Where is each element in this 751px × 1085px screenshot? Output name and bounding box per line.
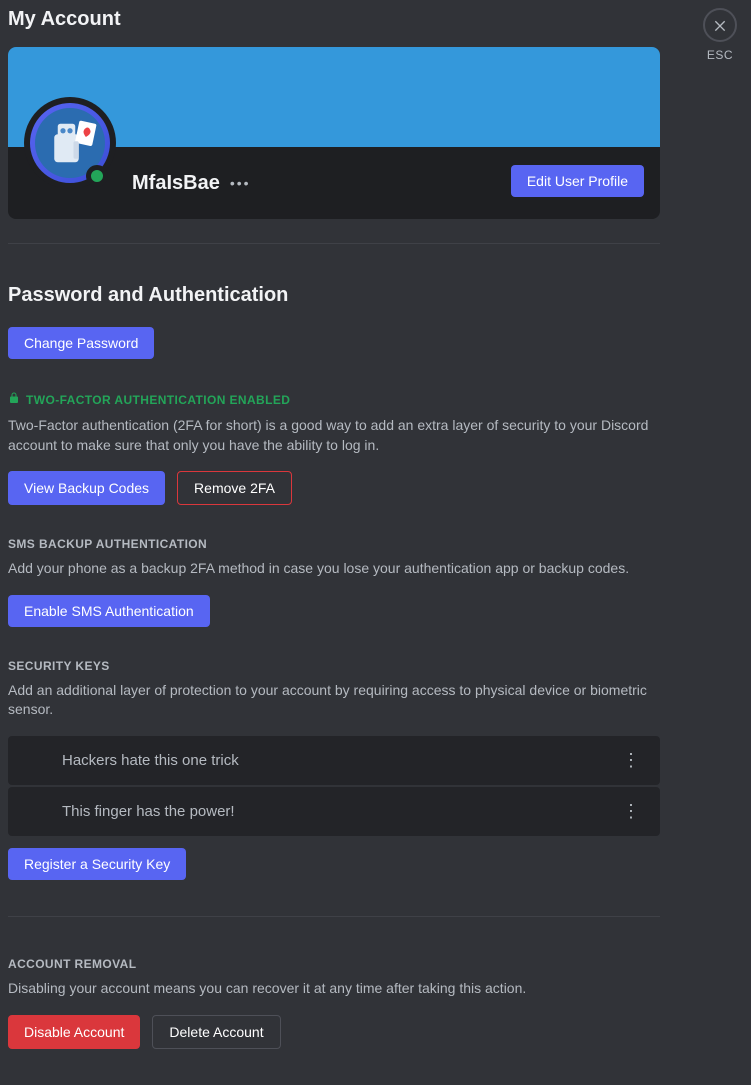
account-removal-heading: ACCOUNT REMOVAL bbox=[8, 957, 660, 971]
avatar[interactable] bbox=[24, 97, 116, 189]
twofa-heading-text: TWO-FACTOR AUTHENTICATION ENABLED bbox=[26, 393, 290, 407]
account-removal-description: Disabling your account means you can rec… bbox=[8, 979, 660, 999]
more-icon[interactable]: ••• bbox=[230, 175, 251, 191]
enable-sms-auth-button[interactable]: Enable SMS Authentication bbox=[8, 595, 210, 627]
close-icon bbox=[703, 8, 737, 42]
sms-description: Add your phone as a backup 2FA method in… bbox=[8, 559, 660, 579]
divider bbox=[8, 243, 660, 244]
remove-2fa-button[interactable]: Remove 2FA bbox=[177, 471, 292, 505]
view-backup-codes-button[interactable]: View Backup Codes bbox=[8, 471, 165, 505]
profile-card: MfaIsBae ••• Edit User Profile bbox=[8, 47, 660, 219]
close-button[interactable]: ESC bbox=[703, 8, 737, 62]
security-key-item: This finger has the power! ⋮ bbox=[8, 787, 660, 836]
security-key-name: Hackers hate this one trick bbox=[62, 752, 239, 769]
lock-icon bbox=[8, 391, 20, 408]
security-keys-heading: SECURITY KEYS bbox=[8, 659, 660, 673]
status-online-icon bbox=[86, 165, 108, 187]
security-key-name: This finger has the power! bbox=[62, 803, 235, 820]
twofa-description: Two-Factor authentication (2FA for short… bbox=[8, 416, 660, 455]
sms-heading: SMS BACKUP AUTHENTICATION bbox=[8, 537, 660, 551]
security-key-item: Hackers hate this one trick ⋮ bbox=[8, 736, 660, 785]
kebab-menu-icon[interactable]: ⋮ bbox=[618, 801, 644, 822]
change-password-button[interactable]: Change Password bbox=[8, 327, 154, 359]
security-keys-description: Add an additional layer of protection to… bbox=[8, 681, 660, 720]
close-label: ESC bbox=[707, 48, 733, 62]
username: MfaIsBae bbox=[132, 172, 220, 195]
kebab-menu-icon[interactable]: ⋮ bbox=[618, 750, 644, 771]
divider bbox=[8, 916, 660, 917]
security-keys-list: Hackers hate this one trick ⋮ This finge… bbox=[8, 736, 660, 836]
register-security-key-button[interactable]: Register a Security Key bbox=[8, 848, 186, 880]
disable-account-button[interactable]: Disable Account bbox=[8, 1015, 140, 1049]
password-auth-title: Password and Authentication bbox=[8, 284, 660, 307]
twofa-enabled-label: TWO-FACTOR AUTHENTICATION ENABLED bbox=[8, 391, 660, 408]
edit-user-profile-button[interactable]: Edit User Profile bbox=[511, 165, 644, 197]
delete-account-button[interactable]: Delete Account bbox=[152, 1015, 280, 1049]
page-title: My Account bbox=[8, 8, 660, 31]
